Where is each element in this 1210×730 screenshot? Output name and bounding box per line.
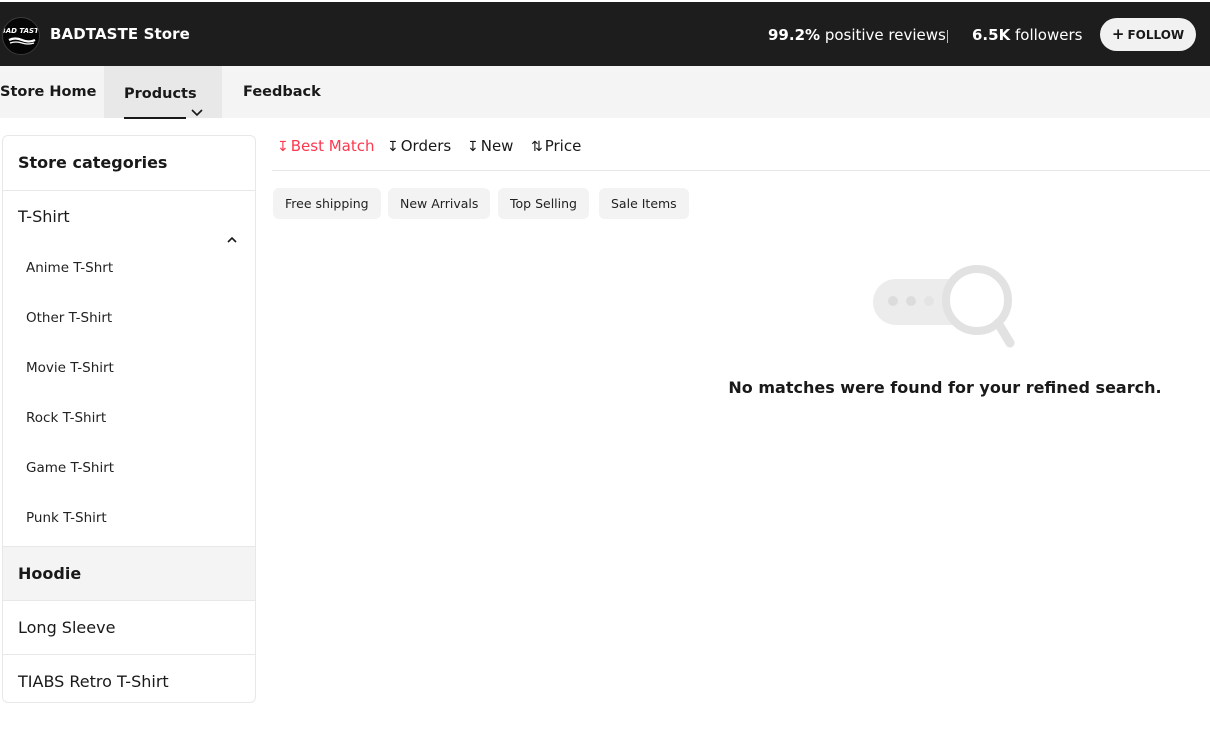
category-t-shirt[interactable]: T-Shirt [3,191,255,243]
store-logo-image: BAD TASTE [3,19,40,54]
subcategory-item[interactable]: Anime T-Shrt [3,243,255,293]
sort-best-match[interactable]: ↧ Best Match [277,137,375,155]
store-header: BAD TASTE BADTASTE Store 99.2% positive … [0,2,1210,66]
sort-new[interactable]: ↧ New [467,137,513,155]
nav-products[interactable]: Products [104,66,222,119]
sort-price[interactable]: ⇅ Price [531,137,581,155]
chevron-down-icon [191,87,203,139]
sort-down-arrow-icon: ↧ [387,139,399,155]
sort-bar: ↧ Best Match ↧ Orders ↧ New ⇅ Price [272,127,1210,171]
follow-button[interactable]: + FOLLOW [1100,18,1196,51]
t-shirt-subcategories: Anime T-Shrt Other T-Shirt Movie T-Shirt… [3,243,255,547]
store-categories-panel: Store categories T-Shirt Anime T-Shrt Ot… [2,135,256,703]
category-label: T-Shirt [18,207,70,226]
followers-label: followers [1014,26,1083,44]
filter-free-shipping[interactable]: Free shipping [273,188,381,219]
nav-products-label: Products [124,86,197,102]
nav-feedback[interactable]: Feedback [243,66,321,118]
store-nav: Store Home Products Feedback [0,66,1210,119]
filter-top-selling[interactable]: Top Selling [498,188,589,219]
sort-up-down-arrows-icon: ⇅ [531,139,543,155]
no-matches-message: No matches were found for your refined s… [728,378,1162,397]
store-categories-title: Store categories [3,136,255,191]
store-logo[interactable]: BAD TASTE [2,17,40,55]
store-name[interactable]: BADTASTE Store [50,25,190,43]
chevron-up-icon[interactable] [227,212,237,264]
follow-button-label: FOLLOW [1127,27,1185,42]
followers-value: 6.5K [972,26,1011,44]
header-divider [947,30,948,43]
sort-orders[interactable]: ↧ Orders [387,137,451,155]
category-hoodie[interactable]: Hoodie [3,547,255,601]
subcategory-item[interactable]: Other T-Shirt [3,293,255,343]
subcategory-item[interactable]: Rock T-Shirt [3,393,255,443]
sort-down-arrow-icon: ↧ [277,139,289,155]
rating-value: 99.2% [768,26,821,44]
plus-icon: + [1111,25,1125,43]
search-magnifier-icon [870,260,1020,356]
followers-count: 6.5K followers [972,26,1082,44]
sort-down-arrow-icon: ↧ [467,139,479,155]
subcategory-item[interactable]: Movie T-Shirt [3,343,255,393]
filter-new-arrivals[interactable]: New Arrivals [388,188,491,219]
category-tiabs-retro-t-shirt[interactable]: TIABS Retro T-Shirt [3,655,255,702]
sort-label: Price [544,137,582,155]
filter-sale-items[interactable]: Sale Items [599,188,689,219]
nav-store-home[interactable]: Store Home [0,66,96,118]
rating-label: positive reviews [824,26,946,44]
positive-reviews: 99.2% positive reviews [768,26,946,44]
active-tab-indicator [124,117,186,119]
subcategory-item[interactable]: Game T-Shirt [3,443,255,493]
sort-label: Orders [400,137,452,155]
category-long-sleeve[interactable]: Long Sleeve [3,601,255,655]
logo-text: BAD TASTE [3,27,40,35]
sort-label: Best Match [290,137,375,155]
sort-label: New [480,137,514,155]
subcategory-item[interactable]: Punk T-Shirt [3,493,255,543]
